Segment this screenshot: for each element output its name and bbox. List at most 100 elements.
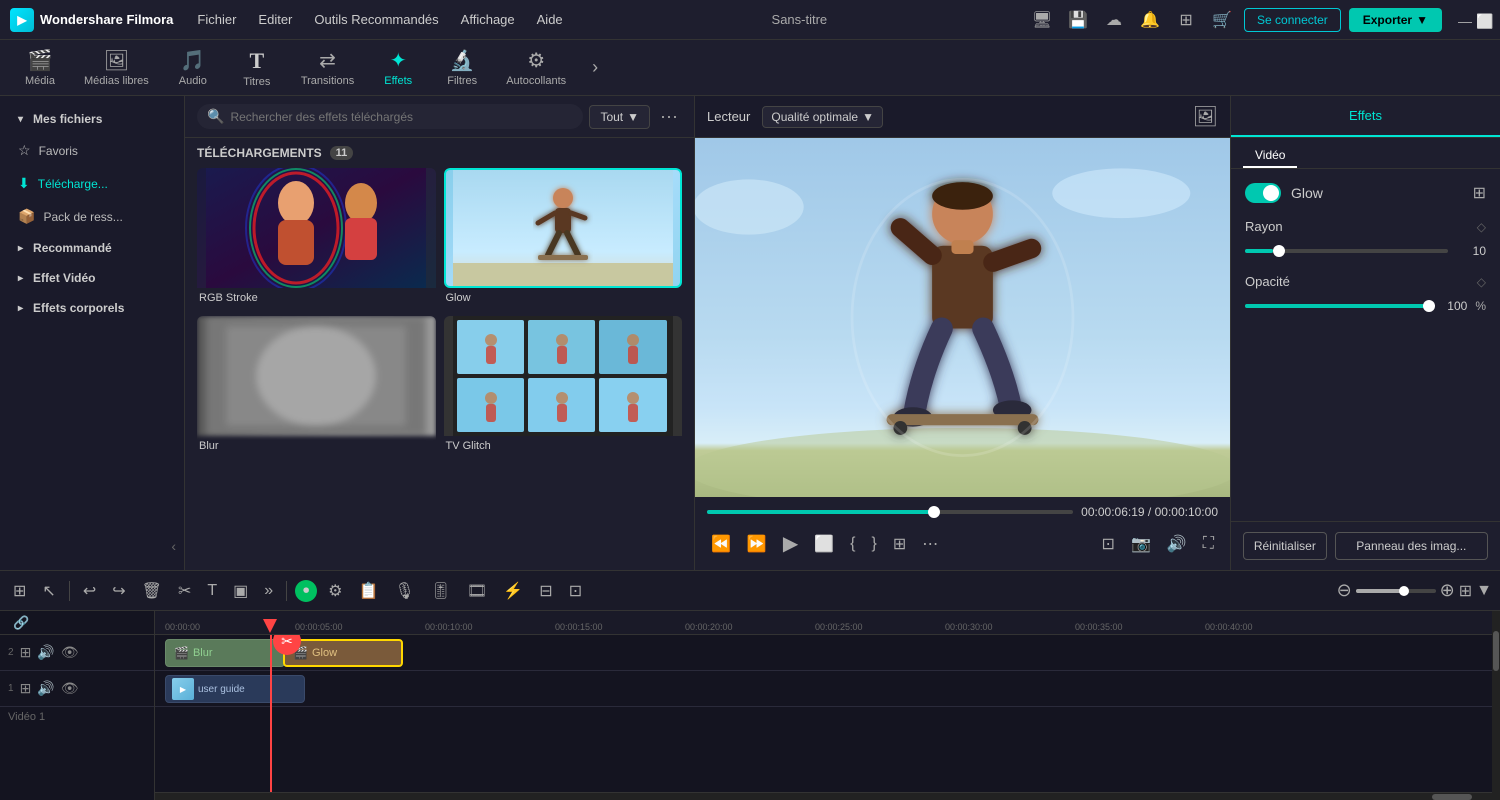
cut-icon[interactable]: ✂ (173, 578, 196, 604)
bell-icon[interactable]: 🔔 (1136, 6, 1164, 34)
zoom-in-button[interactable]: ⊕ (1440, 580, 1455, 601)
effect-card-rgb-stroke[interactable]: RGB Stroke (197, 168, 436, 308)
step-forward-button[interactable]: ⏩ (743, 532, 771, 556)
split-screen-button[interactable]: ⊞ (889, 532, 910, 556)
crop-icon[interactable]: ▣ (228, 578, 253, 604)
rayon-keyframe[interactable]: ◇ (1477, 220, 1486, 234)
sidebar-effet-video[interactable]: ▸ Effet Vidéo (6, 264, 178, 292)
zoom-slider-thumb[interactable] (1399, 586, 1409, 596)
sidebar-mes-fichiers[interactable]: ▾ Mes fichiers (6, 105, 178, 133)
animation-icon[interactable]: 🎞 (462, 578, 492, 604)
delete-icon[interactable]: 🗑 (137, 578, 167, 604)
toolbar-effets[interactable]: ✦ Effets (368, 44, 428, 91)
add-track-1-icon[interactable]: ⊞ (20, 680, 32, 697)
blur-clip[interactable]: 🎬 Blur (165, 639, 285, 667)
opacite-slider[interactable] (1245, 304, 1429, 308)
toolbar-media[interactable]: 🎬 Média (10, 44, 70, 91)
opacite-keyframe[interactable]: ◇ (1477, 275, 1486, 289)
timeline-scrollbar[interactable] (155, 792, 1492, 800)
toolbar-autocollants[interactable]: ⚙ Autocollants (496, 44, 576, 91)
menu-aide[interactable]: Aide (529, 8, 571, 31)
grid-chevron[interactable]: ▼ (1476, 582, 1492, 600)
snapshot-icon[interactable]: 🖼 (1193, 104, 1218, 129)
stop-button[interactable]: ⬜ (810, 532, 838, 556)
rayon-slider[interactable] (1245, 249, 1448, 253)
split-icon[interactable]: ⊟ (534, 578, 557, 604)
menu-affichage[interactable]: Affichage (453, 8, 523, 31)
grid-layout-icon[interactable]: ⊞ (1459, 581, 1472, 601)
sidebar-favoris[interactable]: ☆ Favoris (6, 135, 178, 166)
visibility-2-icon[interactable]: 👁 (61, 644, 79, 661)
save-icon[interactable]: 💾 (1064, 6, 1092, 34)
audio-track-icon[interactable]: 🎚 (426, 578, 456, 604)
export-button[interactable]: Exporter ▼ (1349, 8, 1442, 32)
rayon-thumb[interactable] (1273, 245, 1285, 257)
toolbar-filtres[interactable]: 🔬 Filtres (432, 44, 492, 91)
glow-toggle[interactable] (1245, 183, 1281, 203)
zoom-out-button[interactable]: ⊖ (1337, 580, 1352, 601)
effect-card-tv-glitch[interactable]: TV Glitch (444, 316, 683, 456)
effect-card-glow[interactable]: Glow (444, 168, 683, 308)
quality-button[interactable]: Qualité optimale ▼ (762, 106, 883, 128)
mark-in-button[interactable]: { (846, 533, 859, 555)
redo-icon[interactable]: ↪ (107, 578, 130, 604)
maximize-button[interactable]: ⬜ (1476, 13, 1490, 27)
record-button[interactable]: ⏺ (295, 580, 317, 602)
screen-icon[interactable]: 🖥 (1028, 6, 1056, 34)
connect-button[interactable]: Se connecter (1244, 8, 1341, 32)
sidebar-pack[interactable]: 📦 Pack de ress... (6, 201, 178, 232)
video-clip[interactable]: ▶ user guide (165, 675, 305, 703)
mic-icon[interactable]: 🎙 (389, 578, 419, 604)
image-panel-button[interactable]: Panneau des imag... (1335, 532, 1488, 560)
ripple-icon[interactable]: ⚙ (323, 578, 347, 604)
camera-button[interactable]: 📷 (1127, 532, 1155, 556)
toolbar-more[interactable]: › (580, 53, 610, 83)
zoom-slider-track[interactable] (1356, 589, 1436, 593)
toolbar-titres[interactable]: T Titres (227, 44, 287, 92)
duplicate-button[interactable]: ⊡ (1098, 532, 1119, 556)
progress-thumb[interactable] (928, 506, 940, 518)
visibility-1-icon[interactable]: 👁 (61, 680, 79, 697)
tl-vscroll-thumb[interactable] (1493, 631, 1499, 671)
mark-out-button[interactable]: } (868, 533, 881, 555)
search-input[interactable] (230, 110, 573, 124)
tl-vscroll[interactable] (1492, 611, 1500, 800)
menu-editer[interactable]: Editer (250, 8, 300, 31)
toolbar-medias-libres[interactable]: 🖼 Médias libres (74, 44, 159, 91)
select-tool-icon[interactable]: ↖ (37, 578, 60, 604)
opacite-thumb[interactable] (1423, 300, 1435, 312)
filter-button[interactable]: Tout ▼ (589, 105, 650, 129)
cart-icon[interactable]: 🛒 (1208, 6, 1236, 34)
right-tab-effets[interactable]: Effets (1231, 96, 1500, 137)
fullscreen-button[interactable]: ⛶ (1199, 533, 1218, 555)
toolbar-audio[interactable]: 🎵 Audio (163, 44, 223, 91)
clip-icon[interactable]: 📋 (354, 578, 384, 604)
sidebar-telecharge[interactable]: ⬇ Télécharge... (6, 168, 178, 199)
reset-button[interactable]: Réinitialiser (1243, 532, 1327, 560)
zoom-clip-icon[interactable]: ⊡ (564, 578, 587, 604)
effect-card-blur[interactable]: Blur (197, 316, 436, 456)
timeline-scrollbar-thumb[interactable] (1432, 794, 1472, 800)
sidebar-recommande[interactable]: ▸ Recommandé (6, 234, 178, 262)
audio-track-2-icon[interactable]: 🔊 (37, 644, 54, 661)
more-tools-icon[interactable]: » (259, 579, 278, 603)
add-track-2-icon[interactable]: ⊞ (20, 644, 32, 661)
effects-more-button[interactable]: ··· (656, 104, 682, 129)
search-box[interactable]: 🔍 (197, 104, 583, 129)
magnet-icon[interactable]: 🔗 (8, 612, 34, 634)
extra-ctrl-1[interactable]: ⋯ (918, 532, 942, 556)
minimize-button[interactable]: — (1458, 13, 1472, 27)
undo-icon[interactable]: ↩ (78, 578, 101, 604)
add-track-icon[interactable]: ⊞ (8, 578, 31, 604)
play-button[interactable]: ▶ (779, 529, 802, 558)
glow-clip[interactable]: 🎬 Glow (283, 639, 403, 667)
collapse-sidebar[interactable]: ‹ (0, 530, 184, 562)
menu-fichier[interactable]: Fichier (189, 8, 244, 31)
speed-icon[interactable]: ⚡ (498, 578, 528, 604)
preset-icon[interactable]: ⊞ (1473, 183, 1486, 203)
sidebar-effets-corporels[interactable]: ▸ Effets corporels (6, 294, 178, 322)
right-sub-tab-video[interactable]: Vidéo (1243, 144, 1297, 168)
text-icon[interactable]: T (202, 579, 222, 603)
volume-button[interactable]: 🔊 (1163, 532, 1191, 556)
toolbar-transitions[interactable]: ⇄ Transitions (291, 44, 364, 91)
